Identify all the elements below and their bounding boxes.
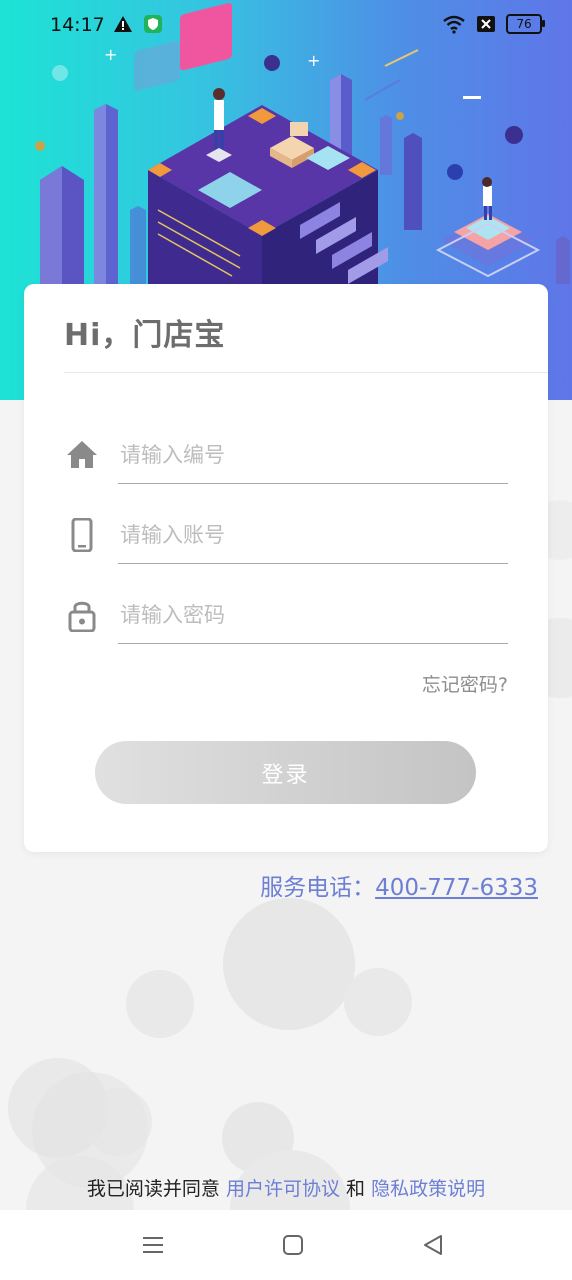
status-bar: 14:17 76 bbox=[0, 0, 572, 52]
agreement-text: 我已阅读并同意 用户许可协议 和 隐私政策说明 bbox=[0, 1174, 572, 1201]
battery-level: 76 bbox=[516, 17, 532, 31]
login-card: Hi，门店宝 忘记密码? 登录 bbox=[24, 284, 548, 852]
agreement-and: 和 bbox=[346, 1178, 366, 1200]
status-right-icons: 76 bbox=[442, 14, 545, 34]
password-input[interactable] bbox=[118, 586, 508, 644]
lock-icon bbox=[68, 601, 96, 632]
store-number-field bbox=[64, 426, 508, 486]
card-title: Hi，门店宝 bbox=[64, 318, 226, 353]
wifi-icon bbox=[443, 15, 465, 34]
phone-icon bbox=[71, 518, 93, 552]
sim-off-icon bbox=[477, 16, 495, 32]
shield-icon bbox=[144, 15, 162, 33]
store-number-input[interactable] bbox=[118, 426, 508, 484]
svg-text:+: + bbox=[307, 51, 320, 70]
service-label: 服务电话： bbox=[260, 875, 376, 901]
back-triangle-icon[interactable] bbox=[420, 1232, 446, 1258]
forgot-password-link[interactable]: 忘记密码? bbox=[422, 670, 508, 697]
account-input[interactable] bbox=[118, 506, 508, 564]
password-field bbox=[64, 586, 508, 646]
agreement-prefix: 我已阅读并同意 bbox=[86, 1178, 220, 1200]
login-button[interactable]: 登录 bbox=[95, 741, 476, 804]
account-field bbox=[64, 506, 508, 566]
home-icon bbox=[67, 441, 97, 468]
service-hotline: 服务电话：400-777-6333 bbox=[260, 868, 538, 902]
warning-icon bbox=[114, 16, 132, 32]
privacy-policy-link[interactable]: 隐私政策说明 bbox=[371, 1178, 485, 1200]
home-square-icon[interactable] bbox=[280, 1232, 306, 1258]
system-navigation-bar bbox=[0, 1210, 572, 1280]
title-divider bbox=[64, 372, 548, 373]
service-phone-link[interactable]: 400-777-6333 bbox=[375, 875, 538, 901]
battery-icon: 76 bbox=[506, 14, 545, 34]
menu-icon[interactable] bbox=[140, 1232, 166, 1258]
status-time: 14:17 bbox=[50, 14, 105, 36]
status-left-icons bbox=[113, 14, 163, 34]
user-agreement-link[interactable]: 用户许可协议 bbox=[226, 1178, 340, 1200]
